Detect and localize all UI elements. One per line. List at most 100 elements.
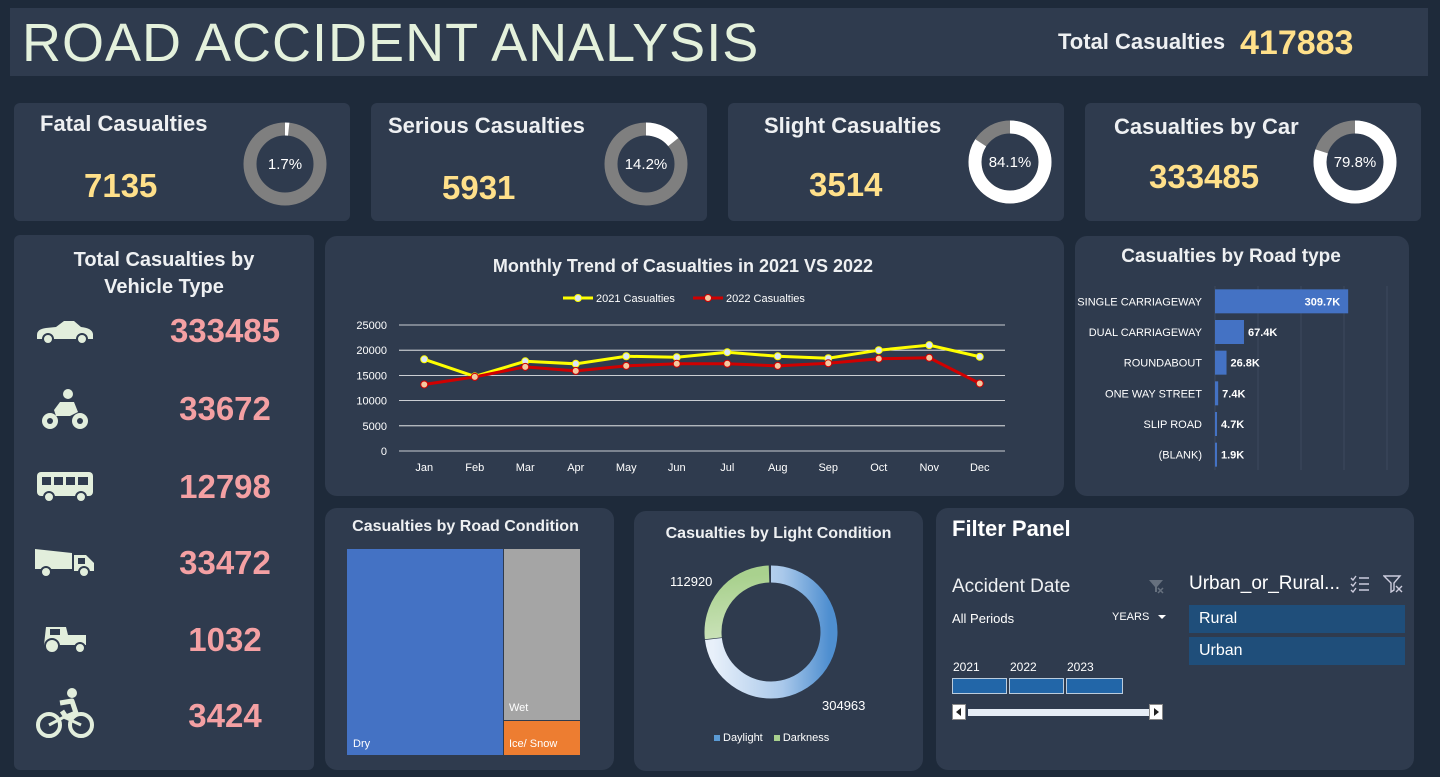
- total-casualties-label: Total Casualties: [1058, 29, 1226, 54]
- road-type-panel: Casualties by Road type SINGLE CARRIAGEW…: [1075, 236, 1409, 496]
- urban-rural-slicer-title: Urban_or_Rural...: [1189, 573, 1341, 594]
- kpi-percent: 1.7%: [268, 156, 302, 173]
- vehicle-panel-title: Total Casualties by Vehicle Type: [14, 247, 314, 301]
- bar-category-label: SLIP ROAD: [1144, 419, 1203, 431]
- bar-category-label: SINGLE CARRIAGEWAY: [1077, 296, 1202, 308]
- bar: [1215, 381, 1219, 406]
- truck-icon: [35, 549, 94, 578]
- x-tick-label: Jul: [720, 462, 734, 474]
- bar: [1215, 350, 1227, 375]
- treemap-label: Dry: [353, 738, 371, 750]
- vehicle-title-line2: Vehicle Type: [104, 276, 224, 298]
- bicycle-icon: [36, 688, 94, 738]
- kpi-label: Casualties by Car: [1114, 114, 1299, 139]
- data-point: [925, 341, 934, 350]
- timeline-scrollbar[interactable]: [952, 704, 1165, 720]
- x-tick-label: Feb: [465, 462, 484, 474]
- bar-category-label: ROUNDABOUT: [1124, 358, 1203, 370]
- kpi-donut: 14.2%: [604, 122, 688, 206]
- bar-data-label: 1.9K: [1221, 450, 1244, 462]
- legend-daylight-label: Daylight: [723, 732, 763, 744]
- kpi-label: Slight Casualties: [764, 113, 942, 138]
- x-tick-label: Aug: [768, 462, 788, 474]
- year-bar-2022[interactable]: [1009, 678, 1064, 694]
- all-periods-label: All Periods: [952, 611, 1015, 626]
- year-bar-2023[interactable]: [1066, 678, 1123, 694]
- data-point: [874, 354, 883, 363]
- monthly-trend-chart: Monthly Trend of Casualties in 2021 VS 2…: [356, 256, 1005, 474]
- data-point: [571, 359, 580, 368]
- x-tick-label: Sep: [818, 462, 838, 474]
- years-dropdown-label: YEARS: [1112, 611, 1150, 623]
- bar: [1215, 412, 1218, 436]
- y-tick-label: 5000: [363, 421, 387, 433]
- data-point: [622, 352, 631, 361]
- kpi-card-serious: Serious Casualties 5931 14.2%: [371, 103, 707, 221]
- bar-data-label: 26.8K: [1231, 358, 1260, 370]
- kpi-value: 5931: [442, 169, 516, 206]
- scroll-left-arrow-icon: [956, 708, 961, 716]
- multi-select-icon[interactable]: [1350, 575, 1370, 593]
- data-point: [723, 348, 732, 357]
- chevron-down-icon: [1158, 615, 1167, 620]
- monthly-trend-panel: Monthly Trend of Casualties in 2021 VS 2…: [325, 236, 1064, 496]
- clear-filter-icon[interactable]: [1148, 578, 1164, 594]
- x-tick-label: Mar: [516, 462, 535, 474]
- kpi-label: Fatal Casualties: [40, 111, 208, 136]
- legend-darkness-label: Darkness: [782, 732, 830, 744]
- bar-data-label: 7.4K: [1222, 388, 1245, 400]
- vehicle-value-motorcycle: 33672: [179, 390, 271, 427]
- kpi-value: 333485: [1149, 158, 1260, 195]
- vehicle-value-bicycle: 3424: [188, 697, 262, 734]
- clear-filter-icon[interactable]: [1383, 575, 1403, 593]
- darkness-data-label: 112920: [670, 574, 713, 589]
- y-tick-label: 10000: [356, 396, 387, 408]
- kpi-percent: 84.1%: [989, 154, 1032, 171]
- data-point: [672, 353, 681, 362]
- data-point: [672, 359, 681, 368]
- legend-2022-label: 2022 Casualties: [726, 293, 805, 305]
- x-tick-label: Jan: [415, 462, 433, 474]
- scroll-right-button[interactable]: [1149, 704, 1163, 720]
- kpi-percent: 14.2%: [625, 156, 668, 173]
- legend-2021-label: 2021 Casualties: [596, 293, 675, 305]
- data-point: [571, 366, 580, 375]
- vehicle-value-tractor: 1032: [188, 621, 262, 658]
- bar-category-label: (BLANK): [1159, 450, 1202, 462]
- treemap-ice-snow: Ice/ Snow: [504, 721, 580, 755]
- light-condition-donut: [704, 565, 838, 699]
- year-label: 2022: [1010, 660, 1037, 674]
- years-dropdown[interactable]: YEARS: [1112, 611, 1167, 623]
- vehicle-value-bus: 12798: [179, 468, 271, 505]
- road-condition-panel: Casualties by Road Condition Dry Wet Ice…: [325, 508, 614, 770]
- chart-title: Monthly Trend of Casualties in 2021 VS 2…: [493, 256, 873, 276]
- kpi-value: 7135: [84, 167, 158, 204]
- bar-category-label: DUAL CARRIAGEWAY: [1089, 327, 1203, 339]
- dashboard-title: ROAD ACCIDENT ANALYSIS: [22, 13, 760, 73]
- title-bar: ROAD ACCIDENT ANALYSIS Total Casualties …: [10, 8, 1428, 76]
- data-point: [521, 362, 530, 371]
- vehicle-title-line1: Total Casualties by: [73, 249, 255, 271]
- y-tick-label: 20000: [356, 345, 387, 357]
- data-point: [874, 346, 883, 355]
- data-point: [824, 359, 833, 368]
- slicer-option-urban[interactable]: Urban: [1189, 637, 1405, 665]
- light-condition-panel: Casualties by Light Condition 112920 304…: [634, 511, 923, 771]
- slicer-option-rural[interactable]: Rural: [1189, 605, 1405, 633]
- year-bar-2021[interactable]: [952, 678, 1007, 694]
- data-point: [420, 355, 429, 364]
- bus-icon: [37, 472, 93, 503]
- treemap-label: Wet: [509, 702, 529, 714]
- kpi-donut: 84.1%: [968, 120, 1052, 204]
- data-point: [925, 353, 934, 362]
- treemap-label: Ice/ Snow: [509, 738, 558, 750]
- scroll-track[interactable]: [968, 709, 1149, 716]
- chart-title: Casualties by Road type: [1121, 246, 1341, 267]
- legend-daylight-swatch: [714, 735, 720, 741]
- scroll-left-button[interactable]: [952, 704, 966, 720]
- bar: [1215, 320, 1244, 344]
- light-condition-title: Casualties by Light Condition: [665, 525, 892, 542]
- kpi-card-fatal: Fatal Casualties 7135 1.7%: [14, 103, 350, 221]
- vehicle-type-panel: Total Casualties by Vehicle Type 333485 …: [14, 235, 314, 770]
- accident-date-label: Accident Date: [952, 576, 1071, 597]
